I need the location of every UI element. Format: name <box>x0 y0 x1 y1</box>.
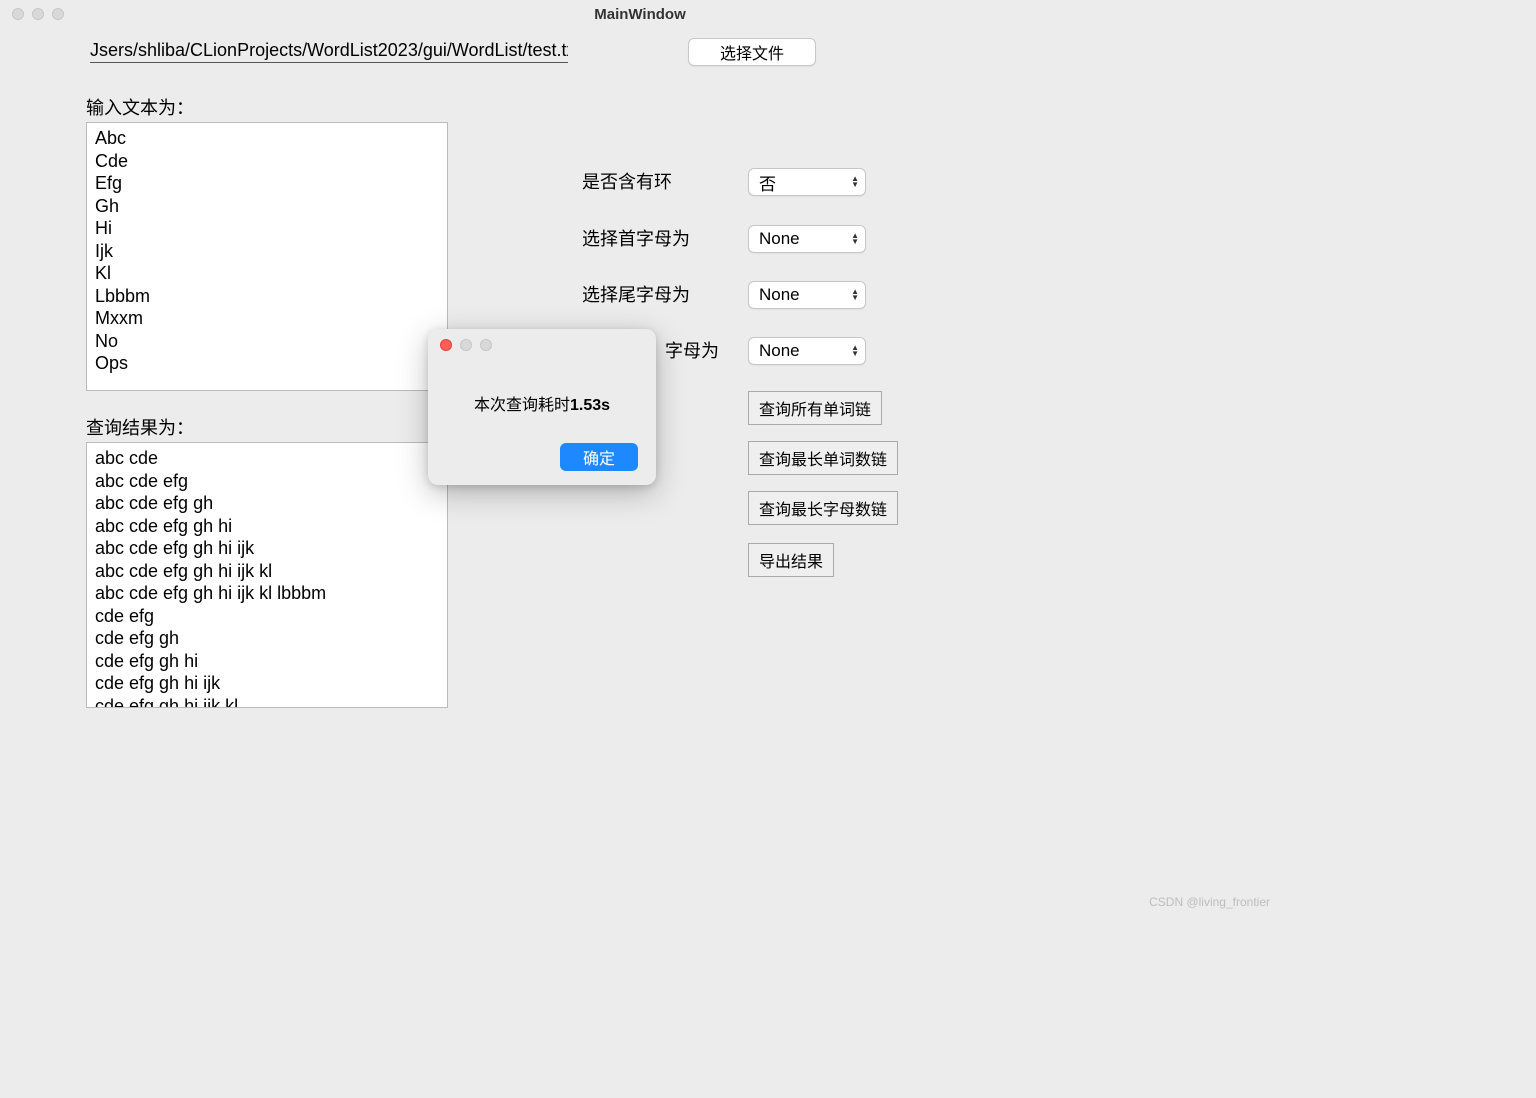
query-longest-words-button[interactable]: 查询最长单词数链 <box>748 441 898 475</box>
minimize-icon[interactable] <box>32 8 44 20</box>
ok-button[interactable]: 确定 <box>560 443 638 471</box>
result-textarea[interactable]: abc cde abc cde efg abc cde efg gh abc c… <box>86 442 448 708</box>
chevron-updown-icon: ▲▼ <box>851 289 859 301</box>
input-text-label: 输入文本为： <box>86 94 194 120</box>
has-loop-label: 是否含有环 <box>582 168 702 194</box>
close-icon[interactable] <box>440 339 452 351</box>
last-letter-select[interactable]: None ▲▼ <box>748 281 866 309</box>
maximize-icon[interactable] <box>52 8 64 20</box>
option-partial-letter: 字母为 <box>665 337 725 363</box>
filepath-input[interactable]: Jsers/shliba/CLionProjects/WordList2023/… <box>90 40 568 63</box>
last-letter-label: 选择尾字母为 <box>582 281 702 307</box>
first-letter-label: 选择首字母为 <box>582 225 702 251</box>
filepath-row: Jsers/shliba/CLionProjects/WordList2023/… <box>90 40 568 63</box>
has-loop-select[interactable]: 否 ▲▼ <box>748 168 866 196</box>
choose-file-button[interactable]: 选择文件 <box>688 38 816 66</box>
partial-letter-select[interactable]: None ▲▼ <box>748 337 866 365</box>
option-first-letter: 选择首字母为 <box>582 225 702 251</box>
query-all-button[interactable]: 查询所有单词链 <box>748 391 882 425</box>
input-textarea[interactable]: Abc Cde Efg Gh Hi Ijk Kl Lbbbm Mxxm No O… <box>86 122 448 391</box>
modal-dialog: 本次查询耗时1.53s 确定 <box>428 329 656 485</box>
minimize-icon[interactable] <box>460 339 472 351</box>
option-last-letter: 选择尾字母为 <box>582 281 702 307</box>
partial-letter-label: 字母为 <box>665 337 725 363</box>
chevron-updown-icon: ▲▼ <box>851 345 859 357</box>
window-controls <box>12 8 64 20</box>
dialog-window-controls <box>440 339 492 351</box>
partial-letter-value: None <box>759 341 800 361</box>
dialog-message: 本次查询耗时1.53s <box>428 391 656 415</box>
chevron-updown-icon: ▲▼ <box>851 176 859 188</box>
maximize-icon[interactable] <box>480 339 492 351</box>
option-has-loop: 是否含有环 <box>582 168 702 194</box>
window-title: MainWindow <box>0 6 1280 23</box>
dialog-elapsed: 1.53s <box>570 397 610 414</box>
chevron-updown-icon: ▲▼ <box>851 233 859 245</box>
dialog-message-prefix: 本次查询耗时 <box>474 397 570 414</box>
first-letter-select[interactable]: None ▲▼ <box>748 225 866 253</box>
query-longest-letters-button[interactable]: 查询最长字母数链 <box>748 491 898 525</box>
result-text-label: 查询结果为： <box>86 414 194 440</box>
has-loop-value: 否 <box>759 170 776 195</box>
export-result-button[interactable]: 导出结果 <box>748 543 834 577</box>
first-letter-value: None <box>759 229 800 249</box>
watermark: CSDN @living_frontier <box>1149 895 1270 909</box>
titlebar: MainWindow <box>0 0 1280 28</box>
last-letter-value: None <box>759 285 800 305</box>
close-icon[interactable] <box>12 8 24 20</box>
